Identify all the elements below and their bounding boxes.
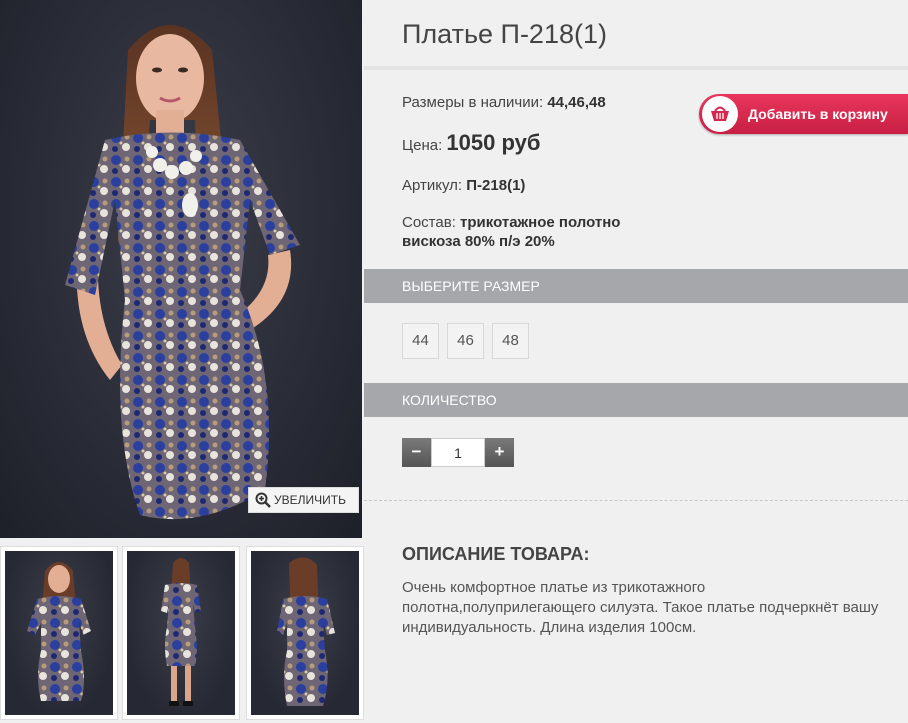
divider xyxy=(364,500,908,501)
title-bar: Платье П-218(1) xyxy=(364,0,908,70)
composition: Состав: трикотажное полотно вискоза 80% … xyxy=(402,213,620,251)
sku-value: П-218(1) xyxy=(466,177,526,194)
add-to-cart-button[interactable]: Добавить в корзину xyxy=(699,94,908,134)
quantity-increase-button[interactable]: + xyxy=(485,438,514,467)
sku-label: Артикул: xyxy=(402,177,463,194)
price-value: 1050 руб xyxy=(446,130,541,155)
size-section-header: ВЫБЕРИТЕ РАЗМЕР xyxy=(364,269,908,303)
quantity-input[interactable] xyxy=(431,438,485,467)
sku: Артикул: П-218(1) xyxy=(402,177,525,194)
price-label: Цена: xyxy=(402,137,443,154)
sizes-value: 44,46,48 xyxy=(547,94,606,111)
thumbnail-3[interactable] xyxy=(246,546,364,720)
thumbnail-2[interactable] xyxy=(122,546,240,720)
thumbnail-1[interactable] xyxy=(0,546,118,720)
composition-label: Состав: xyxy=(402,214,456,231)
product-title: Платье П-218(1) xyxy=(402,19,607,49)
main-product-photo[interactable]: УВЕЛИЧИТЬ xyxy=(0,0,362,538)
quantity-decrease-button[interactable]: − xyxy=(402,438,431,467)
thumbnail-image xyxy=(127,551,235,715)
basket-icon xyxy=(702,96,738,132)
quantity-section-header: КОЛИЧЕСТВО xyxy=(364,383,908,417)
sizes-available: Размеры в наличии: 44,46,48 xyxy=(402,94,606,111)
description-title: ОПИСАНИЕ ТОВАРА: xyxy=(402,544,590,564)
sizes-label: Размеры в наличии: xyxy=(402,94,544,111)
size-option-48[interactable]: 48 xyxy=(492,323,529,359)
price: Цена: 1050 руб xyxy=(402,130,540,156)
thumbnail-image xyxy=(251,551,359,715)
size-option-46[interactable]: 46 xyxy=(447,323,484,359)
zoom-in-icon xyxy=(255,492,271,508)
model-illustration xyxy=(65,25,300,520)
zoom-label: УВЕЛИЧИТЬ xyxy=(274,493,346,507)
description-text: Очень комфортное платье из трикотажного … xyxy=(402,579,879,636)
thumbnail-image xyxy=(5,551,113,715)
add-to-cart-label: Добавить в корзину xyxy=(748,106,888,122)
composition-line-2: вискоза 80% п/э 20% xyxy=(402,233,555,250)
size-option-44[interactable]: 44 xyxy=(402,323,439,359)
composition-line-1: трикотажное полотно xyxy=(460,214,621,231)
zoom-button[interactable]: УВЕЛИЧИТЬ xyxy=(248,487,359,513)
